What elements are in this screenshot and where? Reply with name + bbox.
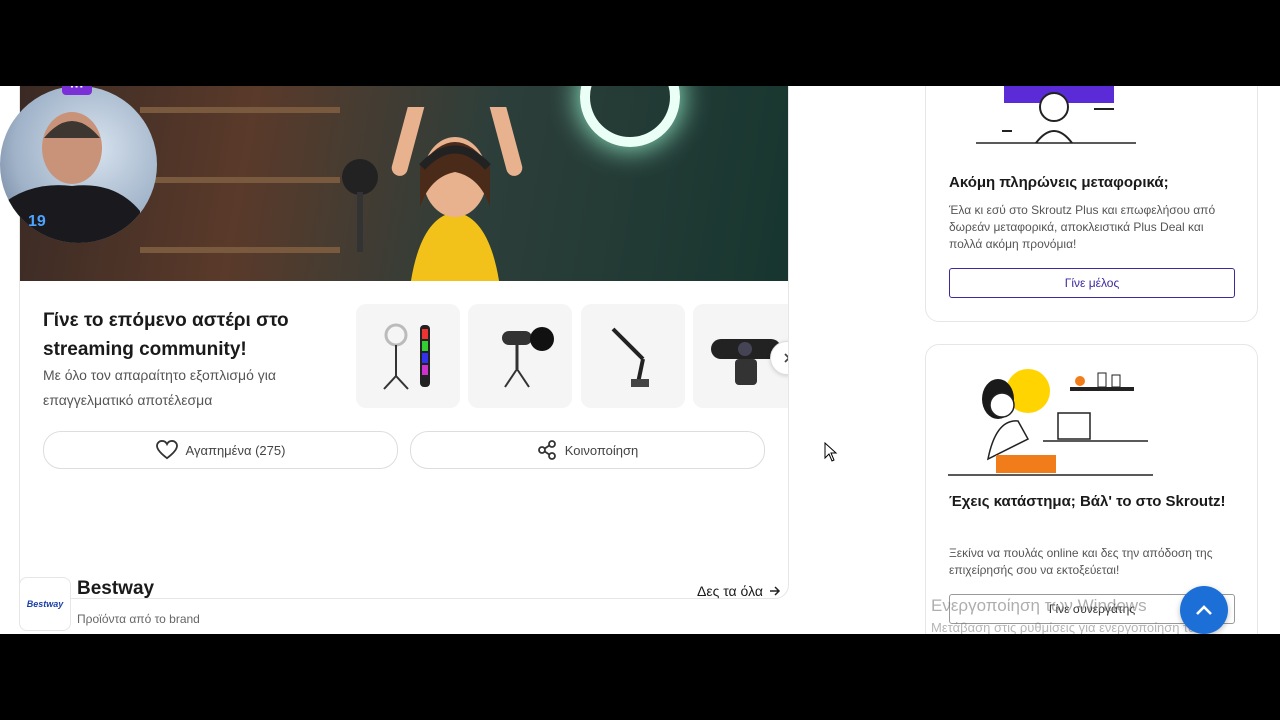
webcam-overlay: 19 bbox=[0, 86, 157, 243]
brand-logo[interactable]: Bestway bbox=[19, 577, 71, 631]
promo-subtitle: Με όλο τον απαραίτητο εξοπλισμό για επαγ… bbox=[43, 367, 277, 408]
microphone-icon bbox=[502, 327, 554, 388]
windows-activation-title: Ενεργοποίηση των Windows bbox=[931, 596, 1147, 615]
favorites-label: Αγαπημένα (275) bbox=[185, 442, 286, 458]
chevron-right-icon bbox=[784, 353, 788, 363]
skroutz-plus-card: Ακόμη πληρώνεις μεταφορικά; Έλα κι εσύ σ… bbox=[925, 86, 1258, 322]
presenter-video-icon: 19 bbox=[0, 112, 140, 243]
merchant-card-title: Έχεις κατάστημα; Βάλ' το στο Skroutz! bbox=[949, 493, 1226, 510]
promo-title: Γίνε το επόμενο αστέρι στο streaming com… bbox=[43, 310, 289, 360]
page-viewport: Γίνε το επόμενο αστέρι στο streaming com… bbox=[0, 86, 1280, 634]
share-label: Κοινοποίηση bbox=[564, 442, 639, 458]
merchant-illustration-icon bbox=[948, 369, 1153, 476]
plus-illustration-icon bbox=[976, 86, 1136, 144]
share-button[interactable]: Κοινοποίηση bbox=[410, 431, 765, 469]
become-member-button[interactable]: Γίνε μέλος bbox=[949, 268, 1235, 298]
favorites-button[interactable]: Αγαπημένα (275) bbox=[43, 431, 398, 469]
ring-light-icon bbox=[383, 323, 430, 390]
product-thumb-ring-light[interactable] bbox=[356, 304, 460, 408]
scroll-to-top-button[interactable] bbox=[1180, 586, 1228, 634]
see-all-link[interactable]: Δες τα όλα bbox=[697, 583, 781, 599]
webcam-menu-icon[interactable]: ··· bbox=[62, 86, 92, 95]
product-thumb-microphone[interactable] bbox=[468, 304, 572, 408]
windows-activation-subtitle: Μετάβαση στις ρυθμίσεις για ενεργοποίηση… bbox=[931, 620, 1205, 634]
product-thumb-boom-arm[interactable] bbox=[581, 304, 685, 408]
see-all-label: Δες τα όλα bbox=[697, 583, 763, 599]
boom-arm-icon bbox=[611, 327, 649, 387]
brand-name[interactable]: Bestway bbox=[77, 578, 154, 600]
share-icon bbox=[537, 440, 556, 460]
svg-text:19: 19 bbox=[28, 213, 46, 230]
plus-card-title: Ακόμη πληρώνεις μεταφορικά; bbox=[949, 174, 1169, 191]
plus-card-text: Έλα κι εσύ στο Skroutz Plus και επωφελήσ… bbox=[949, 203, 1216, 251]
heart-icon bbox=[155, 440, 178, 460]
brand-subtitle: Προϊόντα από το brand bbox=[77, 612, 200, 626]
merchant-card-text: Ξεκίνα να πουλάς online και δες την απόδ… bbox=[949, 546, 1213, 577]
chevron-up-icon bbox=[1196, 605, 1212, 615]
mouse-cursor-icon bbox=[824, 442, 838, 462]
arrow-right-icon bbox=[769, 586, 781, 596]
